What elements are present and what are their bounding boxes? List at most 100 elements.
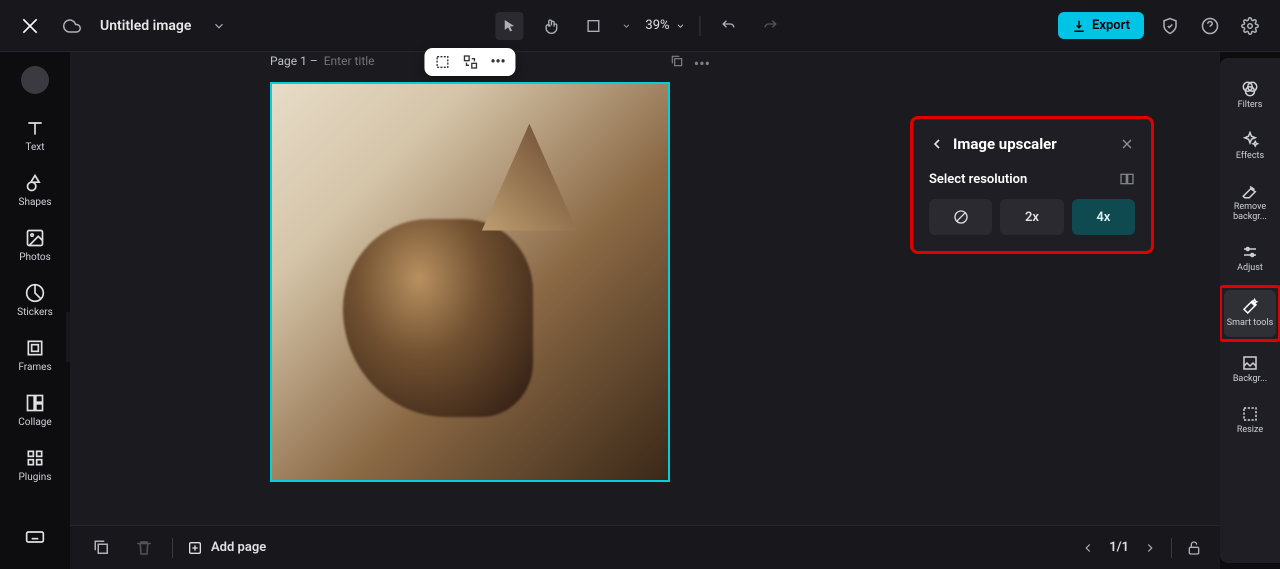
crop-icon[interactable] [434,54,450,70]
background-icon [1241,354,1259,372]
plugins-icon [25,448,45,468]
page-counter: 1/1 [1109,540,1129,555]
sidebar-item-label: Stickers [17,307,53,318]
canvas-image[interactable] [272,84,668,480]
sidebar-item-label: Adjust [1237,264,1263,274]
canvas-area: Page 1 – ••• ••• [70,52,1220,569]
sidebar-item-frames[interactable]: Frames [5,332,65,379]
resolution-2x[interactable]: 2x [1000,199,1063,235]
export-button[interactable]: Export [1058,12,1144,39]
sidebar-item-label: Text [25,142,44,153]
layers-icon[interactable] [88,534,116,562]
sidebar-item-label: Smart tools [1227,319,1274,329]
keyboard-icon [25,527,45,547]
sidebar-item-smart-tools[interactable]: Smart tools [1224,290,1276,337]
app-logo[interactable] [16,12,44,40]
stickers-icon [25,283,45,303]
export-label: Export [1092,18,1130,33]
page-more-icon[interactable]: ••• [694,54,710,73]
bottom-bar: Add page 1/1 [70,525,1220,569]
sidebar-item-label: Backgr... [1233,375,1267,385]
frame-tool[interactable] [579,12,607,40]
zoom-level[interactable]: 39% [645,18,685,33]
sidebar-item-remove-bg[interactable]: Remove backgr... [1224,174,1276,231]
right-sidebar: Filters Effects Remove backgr... Adjust … [1220,58,1280,563]
more-icon[interactable]: ••• [490,54,505,70]
effects-icon [1241,131,1259,149]
sidebar-item-text[interactable]: Text [5,112,65,159]
title-chevron-icon[interactable] [205,12,233,40]
cursor-tool[interactable] [495,12,523,40]
sidebar-item-label: Resize [1237,426,1263,436]
frame-chevron-icon[interactable] [621,21,631,31]
duplicate-page-icon[interactable] [670,54,684,73]
erase-icon [1241,182,1259,200]
next-page-button[interactable] [1143,541,1157,555]
compare-icon[interactable] [1119,171,1135,187]
sidebar-item-collage[interactable]: Collage [5,387,65,434]
filters-icon [1241,80,1259,98]
shapes-icon [25,173,45,193]
sidebar-item-shapes[interactable]: Shapes [5,167,65,214]
sidebar-item-label: Filters [1238,101,1263,111]
sidebar-item-label: Remove backgr... [1224,203,1276,223]
sidebar-item-label: Frames [18,362,51,373]
page-canvas[interactable] [270,82,670,482]
export-icon [1072,19,1086,33]
panel-section-label: Select resolution [929,171,1135,187]
divider [172,538,173,558]
trash-icon[interactable] [130,534,158,562]
panel-close-button[interactable] [1119,136,1135,152]
prev-page-button[interactable] [1081,541,1095,555]
panel-back-button[interactable] [929,136,945,152]
sidebar-item-label: Collage [18,417,51,428]
smart-tools-highlight: Smart tools [1219,285,1280,342]
undo-button[interactable] [715,12,743,40]
adjust-icon [1241,243,1259,261]
zoom-value: 39% [645,18,669,33]
divider [1171,538,1172,558]
add-page-icon [187,540,203,556]
none-icon [953,209,969,225]
resolution-none[interactable] [929,199,992,235]
help-icon[interactable] [1196,12,1224,40]
document-title[interactable]: Untitled image [100,18,191,34]
hand-tool[interactable] [537,12,565,40]
left-sidebar: Text Shapes Photos Stickers Frames Colla… [0,52,70,569]
sidebar-item-label: Photos [19,252,51,263]
sidebar-item-effects[interactable]: Effects [1224,123,1276,170]
sidebar-item-resize[interactable]: Resize [1224,397,1276,444]
sidebar-item-background[interactable]: Backgr... [1224,346,1276,393]
sidebar-item-filters[interactable]: Filters [1224,72,1276,119]
sidebar-item-label: Plugins [19,472,52,483]
photos-icon [25,228,45,248]
sidebar-item-stickers[interactable]: Stickers [5,277,65,324]
avatar[interactable] [21,66,49,94]
sidebar-item-photos[interactable]: Photos [5,222,65,269]
page-wrap: Page 1 – ••• ••• [270,82,670,482]
sidebar-item-label: Effects [1236,152,1264,162]
settings-icon[interactable] [1236,12,1264,40]
top-bar: Untitled image 39% Export [0,0,1280,52]
page-title-input[interactable] [324,54,394,68]
collage-icon [25,393,45,413]
redo-button[interactable] [757,12,785,40]
sidebar-item-plugins[interactable]: Plugins [5,442,65,489]
selection-toolbar: ••• [424,48,515,76]
replace-icon[interactable] [462,54,478,70]
zoom-chevron-icon [676,21,686,31]
sidebar-item-keyboard[interactable] [5,521,65,553]
lock-icon[interactable] [1186,540,1202,556]
resolution-options: 2x 4x [929,199,1135,235]
resolution-4x[interactable]: 4x [1072,199,1135,235]
resize-icon [1241,405,1259,423]
add-page-label: Add page [211,540,266,555]
panel-title: Image upscaler [953,135,1111,153]
sidebar-item-label: Shapes [19,197,52,208]
add-page-button[interactable]: Add page [187,540,266,556]
cloud-icon[interactable] [58,12,86,40]
sidebar-item-adjust[interactable]: Adjust [1224,235,1276,282]
page-number-text: Page 1 – [270,54,318,68]
shield-icon[interactable] [1156,12,1184,40]
resolution-label: Select resolution [929,172,1027,187]
